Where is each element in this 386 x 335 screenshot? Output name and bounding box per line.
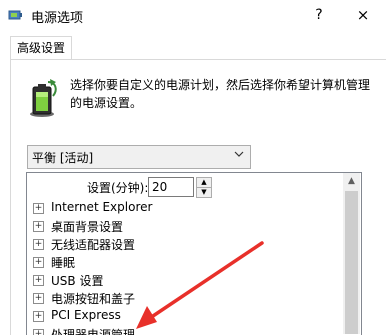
expand-icon[interactable]: + — [33, 257, 44, 268]
expand-icon[interactable]: + — [33, 221, 44, 232]
expand-icon[interactable]: + — [33, 239, 44, 250]
tree-item-label: PCI Express — [51, 308, 121, 322]
scroll-up-button[interactable]: ▲ — [343, 173, 360, 190]
tree-item-label: USB 设置 — [51, 274, 104, 288]
setting-minutes-value: 20 — [152, 180, 168, 194]
description-text: 选择你要自定义的电源计划，然后选择你希望计算机管理的电源设置。 — [70, 78, 371, 110]
tree-item-label: 桌面背景设置 — [51, 220, 124, 234]
title-bar: 电源选项 ? × — [0, 0, 386, 30]
setting-label: 设置(分钟): — [87, 181, 149, 195]
tree-item-label: 无线适配器设置 — [51, 238, 136, 252]
scroll-thumb[interactable] — [345, 191, 358, 334]
expand-icon[interactable]: + — [33, 203, 44, 214]
window-title: 电源选项 — [31, 11, 84, 26]
spin-buttons: ▲ ▼ — [196, 177, 212, 198]
setting-minutes-input[interactable]: 20 — [148, 177, 194, 197]
power-options-icon — [8, 8, 24, 22]
tree-scrollbar[interactable]: ▲ — [343, 173, 360, 334]
tab-bar: 高级设置 — [0, 30, 386, 60]
power-plan-dropdown[interactable]: 平衡 [活动] — [27, 145, 251, 169]
dropdown-selected-value: 平衡 [活动] — [32, 151, 94, 165]
expand-icon[interactable]: + — [33, 275, 44, 286]
expand-icon[interactable]: + — [33, 311, 44, 322]
chevron-down-icon — [234, 150, 244, 161]
tab-advanced-settings[interactable]: 高级设置 — [10, 36, 73, 60]
close-button[interactable]: × — [350, 3, 376, 27]
tree-item-label: 电源按钮和盖子 — [51, 292, 136, 306]
tree-item-label: 睡眠 — [51, 256, 76, 270]
settings-tree[interactable]: 设置(分钟): 20 ▲ ▼ + Internet Explorer + 桌面背… — [26, 172, 362, 335]
help-button[interactable]: ? — [306, 3, 332, 27]
expand-icon[interactable]: + — [33, 293, 44, 304]
spin-down-button[interactable]: ▼ — [196, 187, 212, 198]
expand-icon[interactable]: + — [33, 329, 44, 335]
battery-icon — [28, 78, 60, 118]
tree-item-label: Internet Explorer — [51, 200, 153, 214]
